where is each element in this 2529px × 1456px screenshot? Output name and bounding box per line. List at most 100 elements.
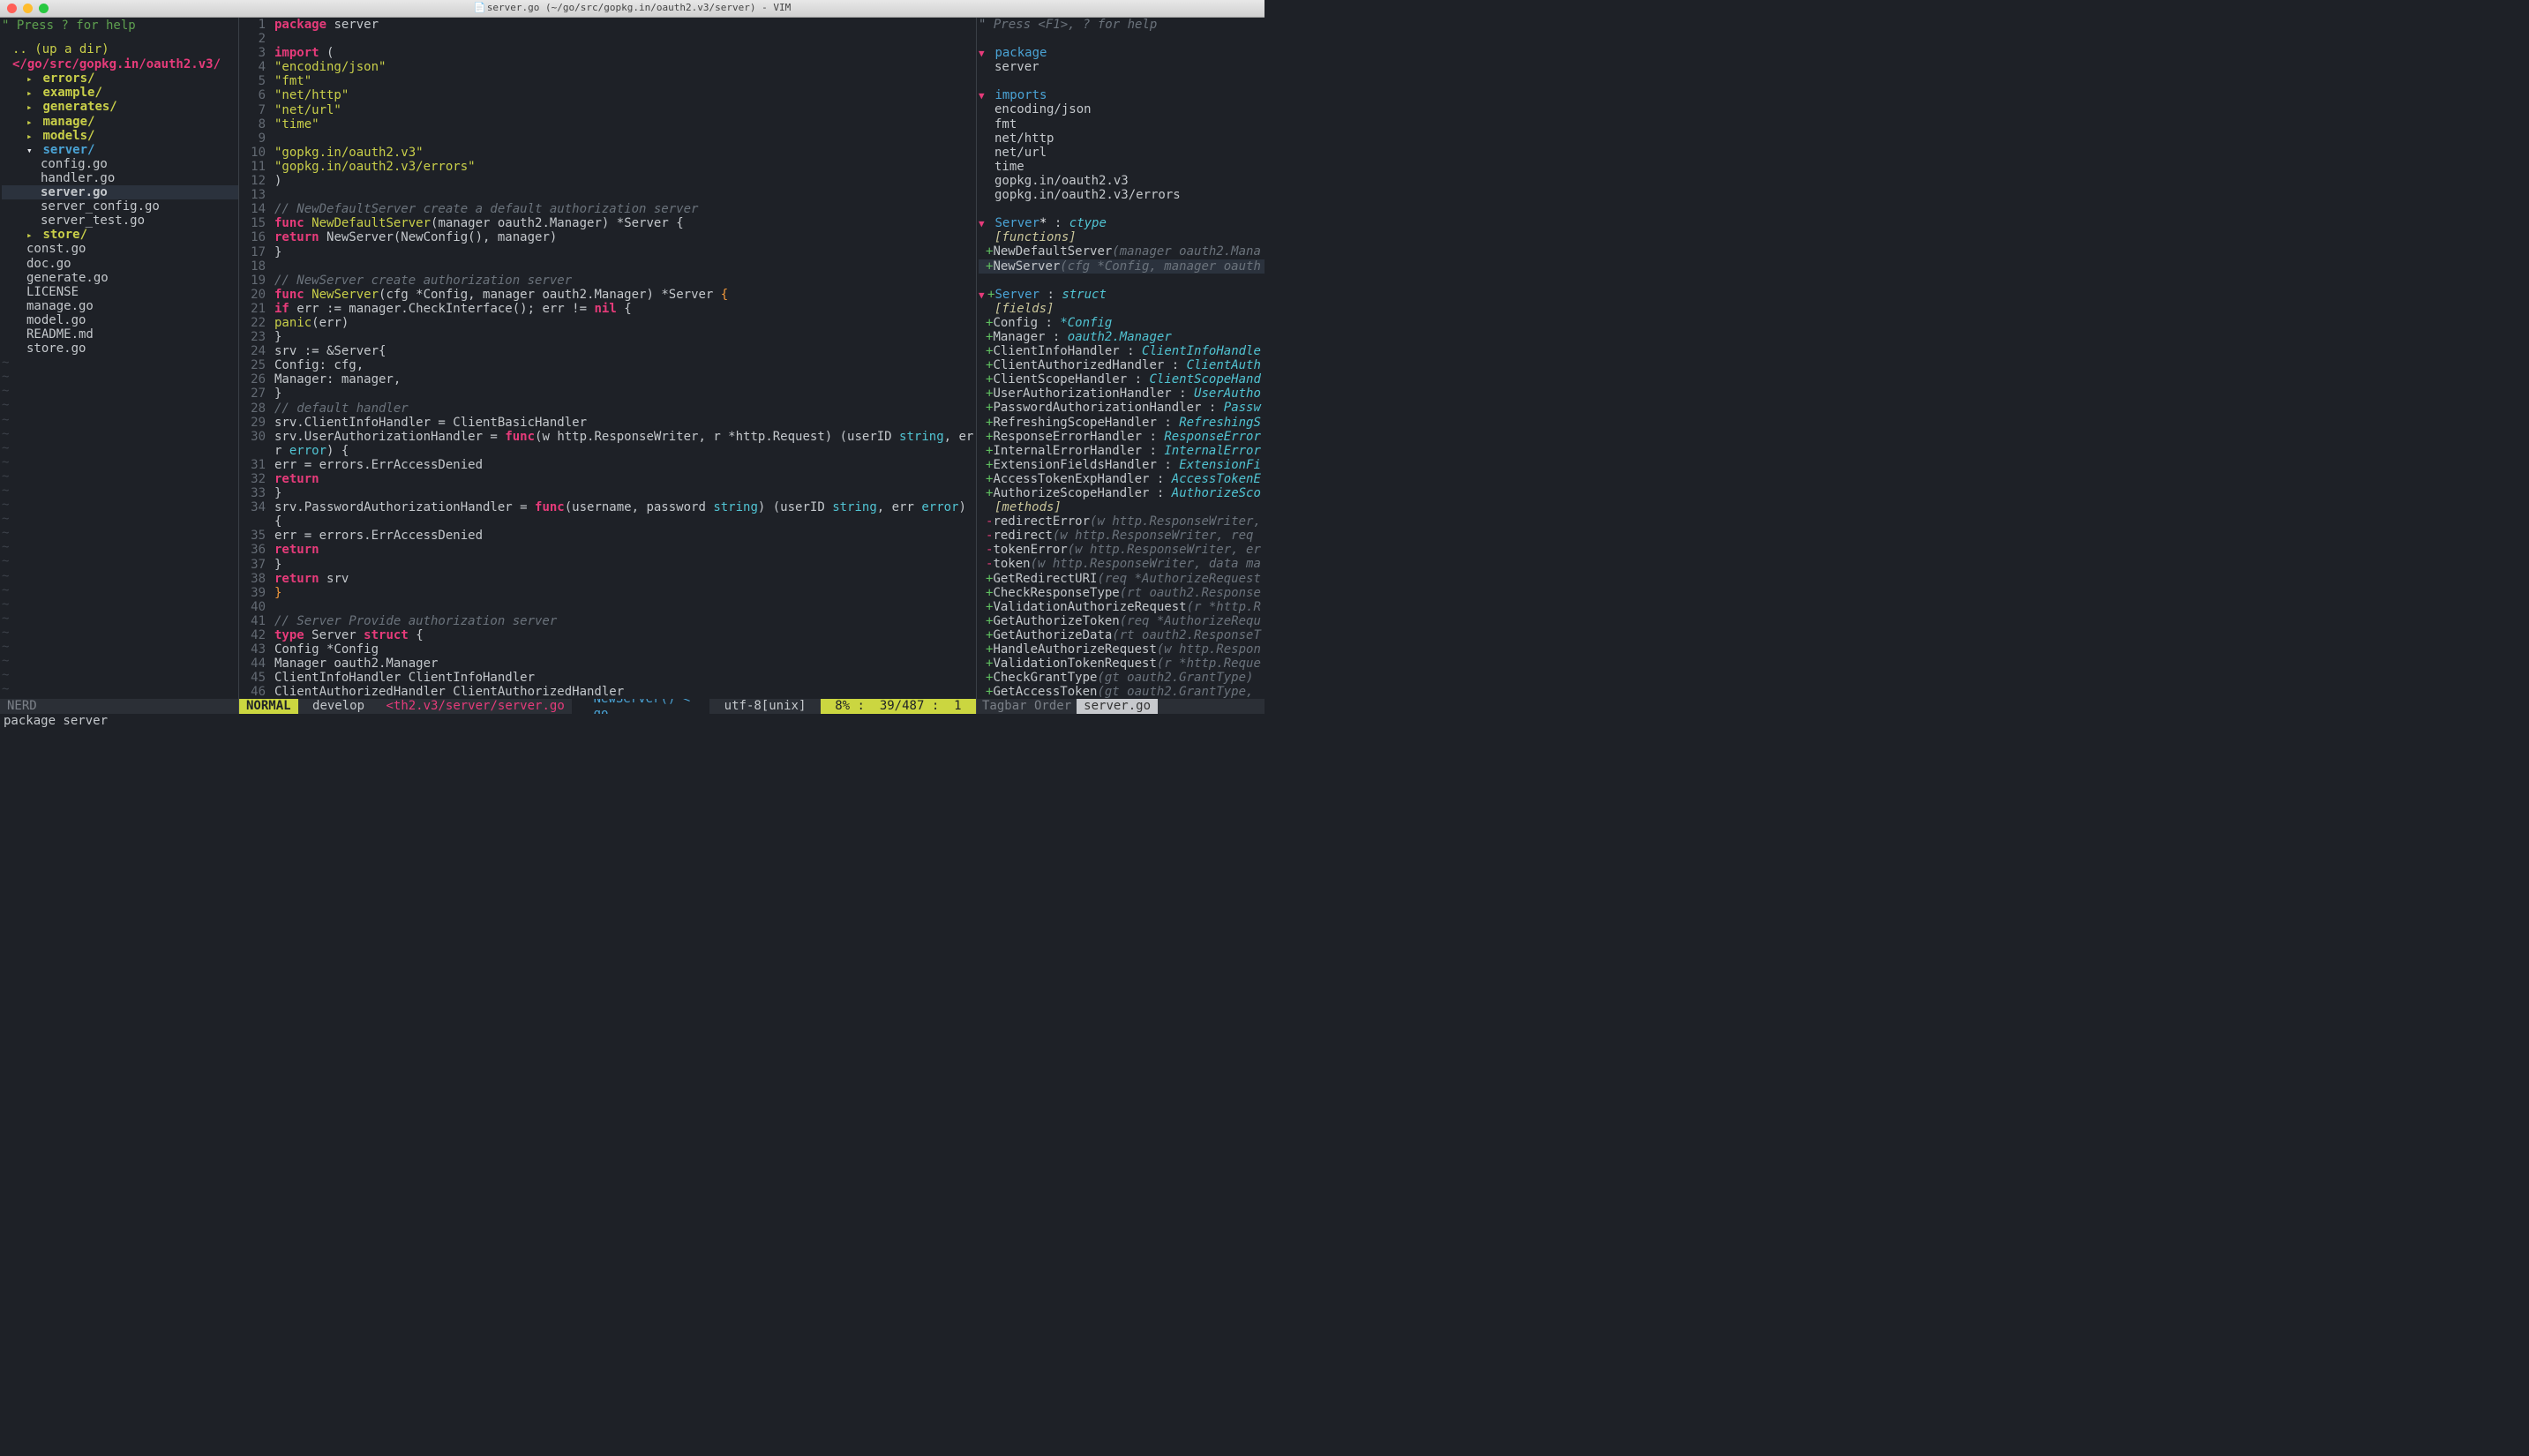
code-line[interactable]: srv.UserAuthorizationHandler = func(w ht…: [274, 430, 976, 444]
tree-file[interactable]: handler.go: [2, 171, 238, 185]
tagbar-item[interactable]: token(w http.ResponseWriter, data ma: [979, 557, 1264, 571]
tree-file[interactable]: LICENSE: [2, 285, 238, 299]
code-line[interactable]: Config *Config: [274, 642, 976, 657]
code-line[interactable]: func NewDefaultServer(manager oauth2.Man…: [274, 216, 976, 230]
tagbar-item[interactable]: net/http: [979, 131, 1264, 146]
code-line[interactable]: [274, 259, 976, 274]
code-line[interactable]: return: [274, 472, 976, 486]
tagbar-item[interactable]: InternalErrorHandler : InternalError: [979, 444, 1264, 458]
code-line[interactable]: }: [274, 486, 976, 500]
tree-folder[interactable]: server/: [2, 143, 238, 157]
tagbar-item[interactable]: GetAuthorizeToken(req *AuthorizeRequ: [979, 614, 1264, 628]
tagbar-pane[interactable]: " Press <F1>, ? for help packageserver i…: [977, 18, 1264, 699]
code-line[interactable]: "net/url": [274, 103, 976, 117]
tagbar-item[interactable]: redirectError(w http.ResponseWriter,: [979, 514, 1264, 529]
code-line[interactable]: "encoding/json": [274, 60, 976, 74]
code-line[interactable]: Manager: manager,: [274, 372, 976, 387]
code-line[interactable]: ClientInfoHandler ClientInfoHandler: [274, 671, 976, 685]
code-line[interactable]: err = errors.ErrAccessDenied: [274, 529, 976, 543]
code-line[interactable]: srv := &Server{: [274, 344, 976, 358]
tagbar-item[interactable]: AuthorizeScopeHandler : AuthorizeSco: [979, 486, 1264, 500]
tagbar-item[interactable]: RefreshingScopeHandler : RefreshingS: [979, 416, 1264, 430]
tree-folder[interactable]: errors/: [2, 71, 238, 86]
section-collapse-icon[interactable]: [979, 219, 987, 230]
tagbar-item[interactable]: server: [979, 60, 1264, 74]
tree-file[interactable]: server.go: [2, 185, 238, 199]
section-collapse-icon[interactable]: [979, 49, 987, 60]
tree-folder[interactable]: generates/: [2, 100, 238, 114]
tagbar-item[interactable]: AccessTokenExpHandler : AccessTokenE: [979, 472, 1264, 486]
tagbar-item[interactable]: HandleAuthorizeRequest(w http.Respon: [979, 642, 1264, 657]
tree-folder[interactable]: manage/: [2, 115, 238, 129]
tagbar-item[interactable]: ValidationAuthorizeRequest(r *http.R: [979, 600, 1264, 614]
tagbar-item[interactable]: redirect(w http.ResponseWriter, req: [979, 529, 1264, 543]
code-line[interactable]: }: [274, 586, 976, 600]
code-line[interactable]: type Server struct {: [274, 628, 976, 642]
tagbar-item[interactable]: UserAuthorizationHandler : UserAutho: [979, 387, 1264, 401]
tagbar-section[interactable]: Server : struct: [979, 288, 1264, 302]
code-line[interactable]: }: [274, 387, 976, 401]
tree-folder[interactable]: store/: [2, 228, 238, 242]
code-line[interactable]: package server: [274, 18, 976, 32]
tagbar-item[interactable]: Config : *Config: [979, 316, 1264, 330]
tagbar-item[interactable]: CheckResponseType(rt oauth2.Response: [979, 586, 1264, 600]
code-line[interactable]: return NewServer(NewConfig(), manager): [274, 230, 976, 244]
tagbar-item[interactable]: [fields]: [979, 302, 1264, 316]
code-line[interactable]: [274, 600, 976, 614]
tagbar-item[interactable]: ClientInfoHandler : ClientInfoHandle: [979, 344, 1264, 358]
tagbar-item[interactable]: ResponseErrorHandler : ResponseError: [979, 430, 1264, 444]
code-line[interactable]: // NewServer create authorization server: [274, 274, 976, 288]
tree-file[interactable]: generate.go: [2, 271, 238, 285]
code-line[interactable]: srv.ClientInfoHandler = ClientBasicHandl…: [274, 416, 976, 430]
tagbar-item[interactable]: NewDefaultServer(manager oauth2.Mana: [979, 244, 1264, 259]
code-line[interactable]: func NewServer(cfg *Config, manager oaut…: [274, 288, 976, 302]
code-line[interactable]: "net/http": [274, 88, 976, 102]
code-line[interactable]: [274, 32, 976, 46]
code-line[interactable]: "gopkg.in/oauth2.v3/errors": [274, 160, 976, 174]
tagbar-item[interactable]: [methods]: [979, 500, 1264, 514]
tagbar-section[interactable]: Server* : ctype: [979, 216, 1264, 230]
tagbar-item[interactable]: PasswordAuthorizationHandler : Passw: [979, 401, 1264, 415]
code-line[interactable]: Config: cfg,: [274, 358, 976, 372]
tagbar-item[interactable]: ExtensionFieldsHandler : ExtensionFi: [979, 458, 1264, 472]
tagbar-section[interactable]: package: [979, 46, 1264, 60]
tagbar-item[interactable]: NewServer(cfg *Config, manager oauth: [979, 259, 1264, 274]
tree-file[interactable]: model.go: [2, 313, 238, 327]
code-line[interactable]: r error) {: [274, 444, 976, 458]
tree-file[interactable]: store.go: [2, 341, 238, 356]
code-line[interactable]: // Server Provide authorization server: [274, 614, 976, 628]
code-line[interactable]: import (: [274, 46, 976, 60]
tree-file[interactable]: doc.go: [2, 257, 238, 271]
tree-file[interactable]: README.md: [2, 327, 238, 341]
tagbar-item[interactable]: GetAuthorizeData(rt oauth2.ResponseT: [979, 628, 1264, 642]
tagbar-item[interactable]: fmt: [979, 117, 1264, 131]
code-line[interactable]: }: [274, 558, 976, 572]
code-line[interactable]: [274, 131, 976, 146]
tree-file[interactable]: config.go: [2, 157, 238, 171]
code-line[interactable]: }: [274, 245, 976, 259]
tagbar-item[interactable]: GetAccessToken(gt oauth2.GrantType,: [979, 685, 1264, 699]
tagbar-item[interactable]: encoding/json: [979, 102, 1264, 116]
code-line[interactable]: }: [274, 330, 976, 344]
tree-file[interactable]: server_config.go: [2, 199, 238, 214]
tagbar-item[interactable]: ValidationTokenRequest(r *http.Reque: [979, 657, 1264, 671]
code-line[interactable]: {: [274, 514, 976, 529]
tagbar-section[interactable]: imports: [979, 88, 1264, 102]
tagbar-item[interactable]: [functions]: [979, 230, 1264, 244]
tagbar-item[interactable]: ClientAuthorizedHandler : ClientAuth: [979, 358, 1264, 372]
tagbar-item[interactable]: GetRedirectURI(req *AuthorizeRequest: [979, 572, 1264, 586]
code-line[interactable]: "gopkg.in/oauth2.v3": [274, 146, 976, 160]
code-line[interactable]: "time": [274, 117, 976, 131]
tree-file[interactable]: manage.go: [2, 299, 238, 313]
code-line[interactable]: return: [274, 543, 976, 557]
code-line[interactable]: srv.PasswordAuthorizationHandler = func(…: [274, 500, 976, 514]
tagbar-item[interactable]: net/url: [979, 146, 1264, 160]
code-line[interactable]: // NewDefaultServer create a default aut…: [274, 202, 976, 216]
tree-folder[interactable]: example/: [2, 86, 238, 100]
tagbar-item[interactable]: gopkg.in/oauth2.v3/errors: [979, 188, 1264, 202]
code-line[interactable]: "fmt": [274, 74, 976, 88]
code-line[interactable]: ): [274, 174, 976, 188]
code-line[interactable]: panic(err): [274, 316, 976, 330]
tagbar-item[interactable]: CheckGrantType(gt oauth2.GrantType): [979, 671, 1264, 685]
tagbar-item[interactable]: tokenError(w http.ResponseWriter, er: [979, 543, 1264, 557]
